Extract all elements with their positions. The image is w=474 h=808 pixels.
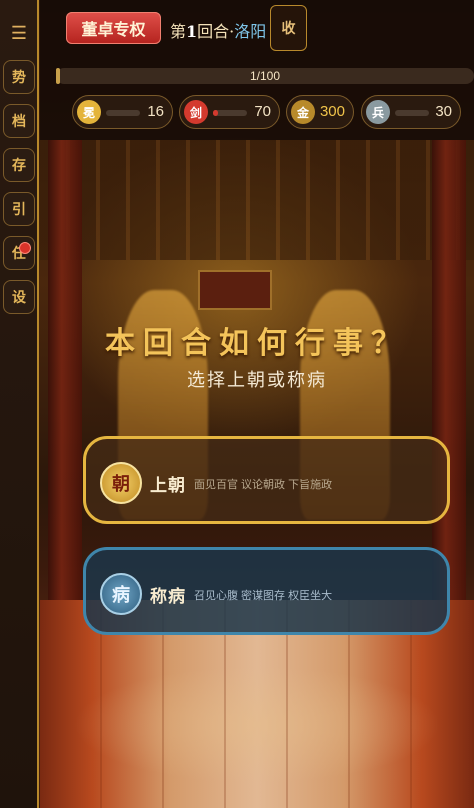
- option-description: 召见心腹 密谋图存 权臣坐大: [194, 590, 333, 602]
- illness-seal-icon: 病: [100, 573, 142, 615]
- notification-dot: [19, 242, 31, 254]
- stat-bar: [213, 110, 247, 116]
- round-suffix: 回合·: [197, 22, 235, 41]
- sidebar-button-save[interactable]: 存: [3, 148, 35, 182]
- sidebar-button-settings[interactable]: 设: [3, 280, 35, 314]
- stat-value: 300: [319, 103, 345, 120]
- sidebar: ☰ 势 档 存 引 任 设: [0, 0, 39, 808]
- sidebar-button-guide[interactable]: 引: [3, 192, 35, 226]
- sidebar-label: 势: [12, 70, 26, 86]
- gold-icon: 金: [291, 100, 315, 124]
- stat-value: 30: [435, 103, 452, 120]
- stat-gold[interactable]: 金 300: [286, 95, 354, 129]
- round-indicator: 第1回合·洛阳: [170, 18, 266, 42]
- round-prefix: 第: [170, 22, 187, 41]
- throne-plaque: [198, 270, 272, 310]
- turn-question: 本回合如何行事？: [105, 326, 409, 361]
- stat-crown[interactable]: 冕 16: [72, 95, 173, 129]
- stat-value: 16: [147, 103, 164, 120]
- sidebar-label: 存: [12, 158, 26, 174]
- crown-icon: 冕: [77, 100, 101, 124]
- city-name: 洛阳: [234, 22, 267, 41]
- progress-text: 1/100: [249, 69, 281, 83]
- option-description: 面见百官 议论朝政 下旨施政: [194, 479, 333, 491]
- faction-badge: 董卓专权: [66, 12, 161, 44]
- progress-bar: 1/100: [56, 68, 474, 84]
- sidebar-button-archive[interactable]: 档: [3, 104, 35, 138]
- court-seal-icon: 朝: [100, 462, 142, 504]
- soldier-icon: 兵: [366, 100, 390, 124]
- stat-value: 70: [254, 103, 271, 120]
- sidebar-button-power[interactable]: 势: [3, 60, 35, 94]
- sidebar-label: 档: [12, 114, 26, 130]
- collect-button[interactable]: 收: [270, 5, 307, 51]
- option-label: 称病: [150, 587, 186, 607]
- stat-troops[interactable]: 兵 30: [361, 95, 461, 129]
- stat-bar: [395, 110, 429, 116]
- menu-icon[interactable]: ☰: [9, 25, 29, 43]
- sidebar-label: 设: [12, 290, 26, 306]
- stat-bar: [106, 110, 140, 116]
- stat-bar-fill: [213, 110, 219, 116]
- sidebar-button-tasks[interactable]: 任: [3, 236, 35, 270]
- stat-sword[interactable]: 剑 70: [179, 95, 280, 129]
- feign-illness-option[interactable]: 病 称病 召见心腹 密谋图存 权臣坐大: [83, 547, 450, 635]
- attend-court-option[interactable]: 朝 上朝 面见百官 议论朝政 下旨施政: [83, 436, 450, 524]
- sword-icon: 剑: [184, 100, 208, 124]
- option-label: 上朝: [150, 476, 186, 496]
- turn-subtitle: 选择上朝或称病: [187, 370, 327, 391]
- sidebar-label: 引: [12, 202, 26, 218]
- round-number: 1: [186, 22, 198, 41]
